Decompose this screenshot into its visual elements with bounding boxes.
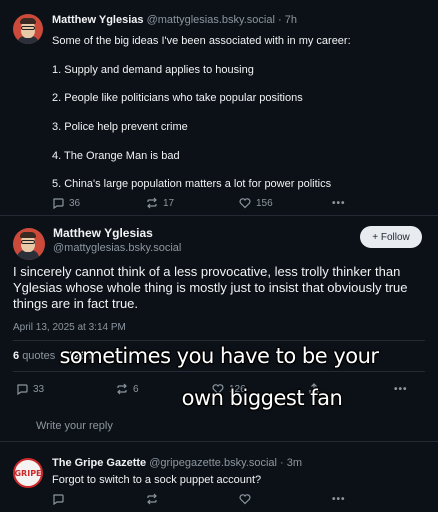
more-button[interactable]: ••• <box>332 198 346 209</box>
reply-post[interactable]: Matthew Yglesias @mattyglesias.bsky.soci… <box>0 0 438 216</box>
divider <box>13 371 425 372</box>
reply-icon <box>53 494 64 505</box>
post-header: Matthew Yglesias @mattyglesias.bsky.soci… <box>52 14 297 26</box>
post-actions: ••• <box>52 492 352 506</box>
heart-icon <box>239 198 251 209</box>
repost-button[interactable] <box>146 493 158 505</box>
reply-button[interactable] <box>52 493 64 505</box>
post-text: I sincerely cannot think of a less provo… <box>13 264 408 311</box>
reply-count: 36 <box>69 197 81 209</box>
separator-dot: · <box>280 457 284 469</box>
repost-icon <box>147 197 157 209</box>
follow-button[interactable]: + Follow <box>360 226 422 248</box>
like-count: 156 <box>256 197 273 209</box>
post-text: Forgot to switch to a sock puppet accoun… <box>52 474 262 486</box>
reply-button[interactable]: 36 <box>52 197 80 209</box>
list-item: 4. The Orange Man is bad <box>52 150 180 162</box>
author-name[interactable]: Matthew Yglesias <box>53 226 153 240</box>
avatar-label: GRIPE <box>14 468 42 478</box>
like-button[interactable]: 156 <box>239 197 273 209</box>
meme-caption-line-2: own biggest fan <box>181 386 343 410</box>
repost-icon <box>147 493 157 505</box>
list-item: 5. China's large population matters a lo… <box>52 178 332 190</box>
author-handle[interactable]: @gripegazette.bsky.social <box>149 457 277 469</box>
author-name[interactable]: Matthew Yglesias <box>52 14 144 26</box>
avatar[interactable] <box>13 228 45 260</box>
post-actions: 36 17 156 ••• <box>52 196 352 210</box>
list-item: 1. Supply and demand applies to housing <box>52 64 254 76</box>
heart-icon <box>239 494 251 505</box>
post-date[interactable]: April 13, 2025 at 3:14 PM <box>13 322 126 333</box>
list-item: 2. People like politicians who take popu… <box>52 92 303 104</box>
gripe-gazette-avatar[interactable]: GRIPE <box>13 458 43 488</box>
post-intro: Some of the big ideas I've been associat… <box>52 35 351 47</box>
author-handle[interactable]: @mattyglesias.bsky.social <box>147 14 275 26</box>
separator-dot: · <box>277 14 282 26</box>
thread-page: Matthew Yglesias @mattyglesias.bsky.soci… <box>0 0 438 512</box>
repost-count: 17 <box>163 197 175 209</box>
repost-button[interactable]: 17 <box>146 197 174 209</box>
post-time[interactable]: 3m <box>287 457 302 469</box>
more-button[interactable]: ••• <box>332 494 346 505</box>
author-name[interactable]: The Gripe Gazette <box>52 457 146 469</box>
author-handle[interactable]: @mattyglesias.bsky.social <box>53 242 181 254</box>
meme-caption-line-1: sometimes you have to be your <box>59 344 379 368</box>
divider <box>13 340 425 341</box>
reply-icon <box>53 198 64 209</box>
list-item: 3. Police help prevent crime <box>52 121 188 133</box>
like-button[interactable] <box>239 493 251 505</box>
post-time[interactable]: 7h <box>285 14 297 26</box>
post-header: The Gripe Gazette @gripegazette.bsky.soc… <box>52 457 302 469</box>
reply-input[interactable]: Write your reply <box>36 420 113 432</box>
avatar[interactable] <box>13 14 43 44</box>
